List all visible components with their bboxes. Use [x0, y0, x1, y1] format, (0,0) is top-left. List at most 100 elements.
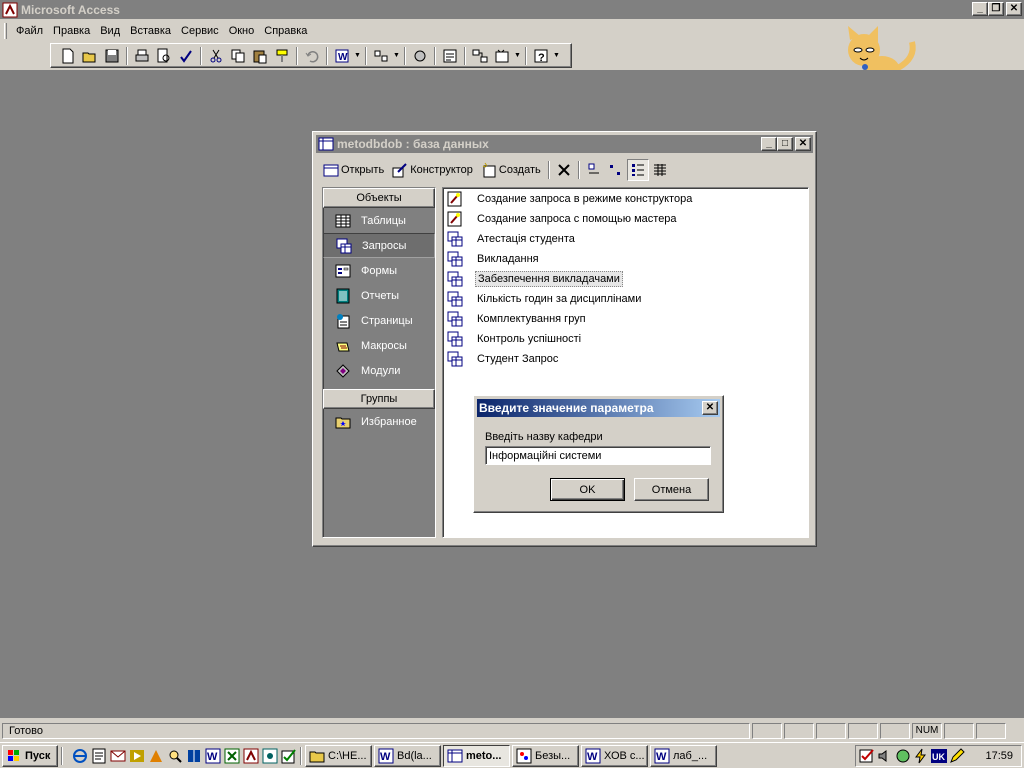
print-preview-icon[interactable] — [153, 45, 175, 67]
properties-icon[interactable] — [439, 45, 461, 67]
print-icon[interactable] — [131, 45, 153, 67]
internet-explorer-icon[interactable] — [72, 748, 88, 764]
ok-button[interactable]: OK — [550, 478, 625, 501]
checklist-icon[interactable] — [281, 748, 297, 764]
menu-view[interactable]: Вид — [95, 23, 125, 39]
cut-icon[interactable] — [205, 45, 227, 67]
outlook-icon[interactable] — [110, 748, 126, 764]
open-button[interactable]: Открыть — [319, 159, 388, 181]
taskbar-task[interactable]: W лаб_... — [650, 744, 717, 767]
power-icon[interactable] — [913, 748, 929, 764]
book-icon[interactable] — [186, 748, 202, 764]
menu-help[interactable]: Справка — [259, 23, 312, 39]
list-item[interactable]: Создание запроса с помощью мастера — [447, 210, 679, 228]
chevron-down-icon[interactable]: ▼ — [353, 52, 362, 59]
object-reports[interactable]: Отчеты — [323, 283, 435, 308]
list-view-button[interactable] — [626, 159, 649, 181]
details-view-button[interactable] — [649, 159, 671, 181]
taskbar-task[interactable]: C:\НЕ... — [305, 744, 372, 767]
status-indicator — [752, 723, 782, 739]
analyze-icon[interactable] — [370, 45, 392, 67]
list-item[interactable]: Контроль успішності — [447, 330, 583, 348]
undo-icon[interactable] — [301, 45, 323, 67]
menubar-grip[interactable] — [4, 23, 7, 39]
objects-header[interactable]: Объекты — [323, 188, 435, 208]
restore-icon[interactable]: ❐ — [988, 2, 1004, 16]
chevron-down-icon[interactable]: ▼ — [392, 52, 401, 59]
create-button[interactable]: Создать — [477, 159, 545, 181]
object-tables[interactable]: Таблицы — [323, 208, 435, 233]
menu-window[interactable]: Окно — [224, 23, 260, 39]
parameter-dialog-titlebar[interactable]: Введите значение параметра ✕ — [477, 399, 720, 417]
small-icons-button[interactable] — [605, 159, 627, 181]
parameter-value-input[interactable] — [485, 446, 711, 465]
macro-icon — [336, 342, 350, 351]
start-button[interactable]: Пуск — [2, 744, 58, 767]
paste-icon[interactable] — [249, 45, 271, 67]
pencil-tray-icon[interactable] — [949, 748, 965, 764]
list-item[interactable]: Студент Запрос — [447, 350, 560, 368]
toolbar-separator — [126, 46, 128, 65]
menu-edit[interactable]: Правка — [48, 23, 95, 39]
cancel-button[interactable]: Отмена — [634, 478, 709, 501]
code-icon[interactable] — [409, 45, 431, 67]
copy-icon[interactable] — [227, 45, 249, 67]
design-button[interactable]: Конструктор — [388, 159, 477, 181]
groups-header[interactable]: Группы — [323, 389, 435, 409]
large-icons-button[interactable] — [583, 159, 605, 181]
taskbar-task[interactable]: W ХОВ с... — [581, 744, 648, 767]
menu-file[interactable]: Файл — [11, 23, 48, 39]
object-pages[interactable]: Страницы — [323, 308, 435, 333]
object-queries[interactable]: Запросы — [323, 233, 435, 258]
list-item[interactable]: Забезпечення викладачами — [447, 270, 623, 288]
object-macros[interactable]: Макросы — [323, 333, 435, 358]
taskbar-task-active[interactable]: meto... — [443, 744, 510, 767]
list-item[interactable]: Создание запроса в режиме конструктора — [447, 190, 694, 208]
volume-icon[interactable] — [877, 748, 893, 764]
close-icon[interactable]: ✕ — [795, 137, 811, 151]
media-player-icon[interactable] — [129, 748, 145, 764]
excel-icon[interactable] — [224, 748, 240, 764]
search-icon[interactable] — [167, 748, 183, 764]
list-item[interactable]: Кількість годин за дисциплінами — [447, 290, 643, 308]
save-icon[interactable] — [101, 45, 123, 67]
taskbar-task[interactable]: W Bd(la... — [374, 744, 441, 767]
menu-tools[interactable]: Сервис — [176, 23, 224, 39]
open-icon[interactable] — [79, 45, 101, 67]
minimize-icon[interactable]: _ — [761, 137, 777, 151]
help-icon[interactable]: ? — [530, 45, 552, 67]
list-item[interactable]: Атестація студента — [447, 230, 577, 248]
database-window-titlebar[interactable]: metodbdob : база данных _ □ ✕ — [316, 135, 813, 153]
word-icon[interactable]: W — [205, 748, 221, 764]
menu-insert[interactable]: Вставка — [125, 23, 176, 39]
language-icon[interactable]: UK — [931, 748, 947, 764]
close-icon[interactable]: ✕ — [1006, 2, 1022, 16]
group-favorites[interactable]: Избранное — [323, 409, 435, 434]
new-icon[interactable] — [57, 45, 79, 67]
relationships-icon[interactable] — [469, 45, 491, 67]
list-item[interactable]: Викладання — [447, 250, 541, 268]
object-forms[interactable]: Формы — [323, 258, 435, 283]
word-icon: W — [654, 748, 670, 763]
access-key-icon[interactable] — [243, 748, 259, 764]
minimize-icon[interactable]: _ — [972, 2, 988, 16]
publisher-icon[interactable] — [262, 748, 278, 764]
office-links-icon[interactable]: W — [331, 45, 353, 67]
object-modules[interactable]: Модули — [323, 358, 435, 383]
checkmark-tray-icon[interactable] — [859, 748, 875, 764]
network-icon[interactable] — [895, 748, 911, 764]
taskbar-task[interactable]: Безы... — [512, 744, 579, 767]
close-icon[interactable]: ✕ — [702, 401, 718, 415]
spelling-icon[interactable] — [175, 45, 197, 67]
chevron-down-icon[interactable]: ▼ — [552, 52, 561, 59]
new-object-icon[interactable] — [491, 45, 513, 67]
plugin-icon[interactable] — [148, 748, 164, 764]
access-key-icon — [2, 2, 18, 17]
maximize-icon[interactable]: □ — [777, 137, 793, 151]
chevron-down-icon[interactable]: ▼ — [513, 52, 522, 59]
list-item[interactable]: Комплектування груп — [447, 310, 588, 328]
format-painter-icon[interactable] — [271, 45, 293, 67]
task-label: meto... — [466, 749, 502, 762]
delete-button[interactable] — [553, 159, 575, 181]
notepad-icon[interactable] — [91, 748, 107, 764]
